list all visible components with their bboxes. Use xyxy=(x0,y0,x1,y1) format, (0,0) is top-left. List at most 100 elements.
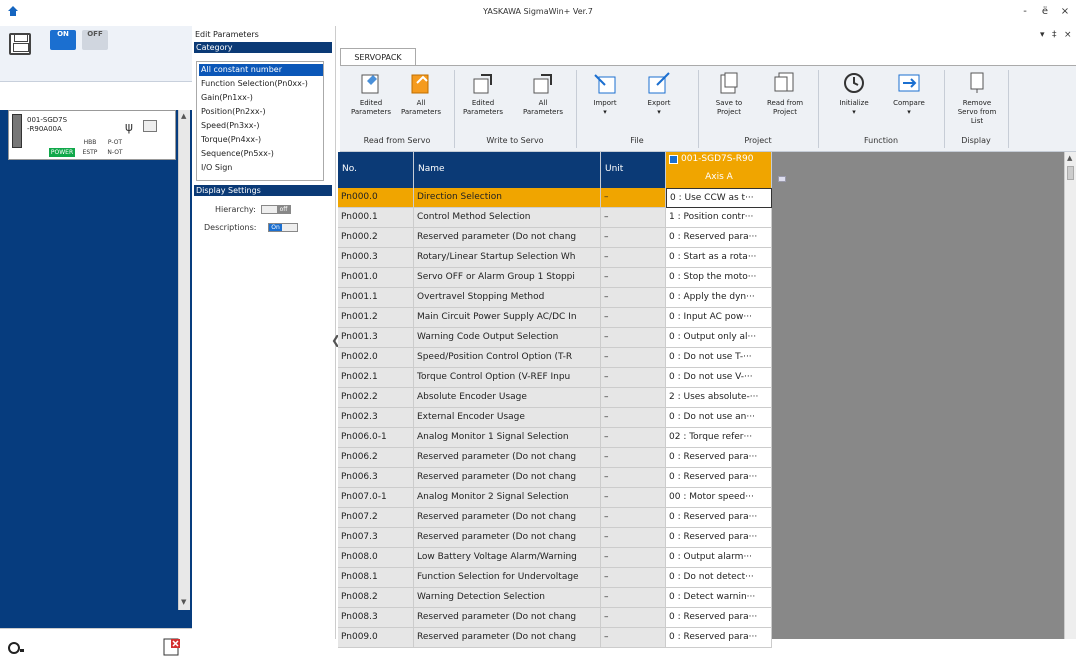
table-row[interactable]: Pn008.1 Function Selection for Undervolta… xyxy=(338,568,773,588)
table-row[interactable]: Pn007.3 Reserved parameter (Do not chang –… xyxy=(338,528,773,548)
table-row[interactable]: Pn000.1 Control Method Selection –1 : Posi… xyxy=(338,208,773,228)
param-value[interactable]: 02 : Torque refer··· xyxy=(666,428,772,448)
param-value[interactable]: 0 : Do not use an··· xyxy=(666,408,772,428)
servo-off-button[interactable]: OFF xyxy=(82,30,108,50)
descriptions-toggle[interactable]: On xyxy=(268,223,298,232)
restore-button[interactable]: ё xyxy=(1038,6,1052,17)
servo-list-scrollbar[interactable]: ▲ ▼ xyxy=(178,110,190,610)
export-button[interactable]: Export ▾ xyxy=(634,71,684,127)
category-item-position[interactable]: Position(Pn2xx-) xyxy=(199,106,323,118)
grid-scroll-up-icon[interactable]: ▲ xyxy=(1067,154,1072,162)
close-button[interactable]: × xyxy=(1058,6,1072,17)
column-header-no[interactable]: No. xyxy=(338,152,414,188)
param-value[interactable]: 0 : Reserved para··· xyxy=(666,228,772,248)
scroll-down-icon[interactable]: ▼ xyxy=(181,598,186,606)
monitor-icon[interactable] xyxy=(143,120,157,132)
table-row[interactable]: Pn009.0 Reserved parameter (Do not chang –… xyxy=(338,628,773,648)
initialize-dropdown-icon: ▾ xyxy=(852,108,856,116)
column-header-name[interactable]: Name xyxy=(414,152,601,188)
param-value[interactable]: 2 : Uses absolute-··· xyxy=(666,388,772,408)
table-row[interactable]: Pn008.3 Reserved parameter (Do not chang –… xyxy=(338,608,773,628)
table-row[interactable]: Pn008.0 Low Battery Voltage Alarm/Warning… xyxy=(338,548,773,568)
table-row[interactable]: Pn006.3 Reserved parameter (Do not chang –… xyxy=(338,468,773,488)
table-row[interactable]: Pn002.2 Absolute Encoder Usage –2 : Uses a… xyxy=(338,388,773,408)
table-row[interactable]: Pn008.2 Warning Detection Selection –0 : D… xyxy=(338,588,773,608)
write-all-parameters-button[interactable]: All Parameters xyxy=(518,71,568,127)
pane-close-icon[interactable]: × xyxy=(1064,30,1072,40)
param-value[interactable]: 1 : Position contr··· xyxy=(666,208,772,228)
save-icon[interactable] xyxy=(9,33,31,55)
table-row[interactable]: Pn001.1 Overtravel Stopping Method –0 : Ap… xyxy=(338,288,773,308)
param-value[interactable]: 0 : Use CCW as t··· xyxy=(666,188,772,208)
table-row[interactable]: Pn001.0 Servo OFF or Alarm Group 1 Stoppi… xyxy=(338,268,773,288)
minimize-button[interactable]: - xyxy=(1018,6,1032,17)
servo-on-button[interactable]: ON xyxy=(50,30,76,50)
column-header-unit[interactable]: Unit xyxy=(601,152,666,188)
servo-card[interactable]: 001-SGD7S -R90A00A ψ HBB P-OT POWER ESTP… xyxy=(8,110,176,160)
table-row[interactable]: Pn000.0 Direction Selection –0 : Use CCW a… xyxy=(338,188,773,208)
grid-scrollbar[interactable]: ▲ xyxy=(1064,152,1076,639)
grid-scroll-thumb[interactable] xyxy=(1067,166,1074,180)
remove-servo-from-list-button[interactable]: Remove Servo from List xyxy=(952,71,1002,127)
param-value[interactable]: 0 : Output only al··· xyxy=(666,328,772,348)
status-estp: ESTP xyxy=(82,149,98,156)
import-button[interactable]: Import ▾ xyxy=(580,71,630,127)
table-row[interactable]: Pn000.3 Rotary/Linear Startup Selection W… xyxy=(338,248,773,268)
param-value[interactable]: 0 : Reserved para··· xyxy=(666,528,772,548)
table-row[interactable]: Pn002.0 Speed/Position Control Option (T-… xyxy=(338,348,773,368)
table-row[interactable]: Pn000.2 Reserved parameter (Do not chang –… xyxy=(338,228,773,248)
scroll-up-icon[interactable]: ▲ xyxy=(181,112,186,120)
table-row[interactable]: Pn007.2 Reserved parameter (Do not chang –… xyxy=(338,508,773,528)
category-item-function[interactable]: Function Selection(Pn0xx-) xyxy=(199,78,323,90)
param-value[interactable]: 0 : Do not use T-··· xyxy=(666,348,772,368)
save-to-project-button[interactable]: Save to Project xyxy=(704,71,754,127)
read-from-project-button[interactable]: Read from Project xyxy=(760,71,810,127)
param-value[interactable]: 0 : Start as a rota··· xyxy=(666,248,772,268)
compare-button[interactable]: Compare ▾ xyxy=(884,71,934,127)
param-name: Servo OFF or Alarm Group 1 Stoppi xyxy=(414,268,601,288)
export-label: Export xyxy=(647,99,671,107)
param-value[interactable]: 0 : Reserved para··· xyxy=(666,508,772,528)
pane-pin-icon[interactable]: ‡ xyxy=(1052,30,1057,40)
write-edited-parameters-button[interactable]: Edited Parameters xyxy=(458,71,508,127)
hierarchy-toggle[interactable]: off xyxy=(261,205,291,214)
param-value[interactable]: 0 : Reserved para··· xyxy=(666,628,772,648)
read-all-l2: Parameters xyxy=(400,108,442,116)
param-value[interactable]: 0 : Reserved para··· xyxy=(666,448,772,468)
param-value[interactable]: 0 : Detect warnin··· xyxy=(666,588,772,608)
tab-servopack[interactable]: SERVOPACK xyxy=(340,48,416,66)
param-value[interactable]: 0 : Apply the dyn··· xyxy=(666,288,772,308)
column-settings-icon[interactable] xyxy=(778,176,786,182)
param-value[interactable]: 00 : Motor speed··· xyxy=(666,488,772,508)
category-item-sequence[interactable]: Sequence(Pn5xx-) xyxy=(199,148,323,160)
table-row[interactable]: Pn001.3 Warning Code Output Selection –0 :… xyxy=(338,328,773,348)
read-all-parameters-button[interactable]: All Parameters xyxy=(396,71,446,127)
remove-servo-icon[interactable] xyxy=(163,638,181,656)
param-value[interactable]: 0 : Output alarm··· xyxy=(666,548,772,568)
table-row[interactable]: Pn007.0-1 Analog Monitor 2 Signal Selecti… xyxy=(338,488,773,508)
initialize-button[interactable]: Initialize ▾ xyxy=(829,71,879,127)
pane-menu-icon[interactable]: ▾ xyxy=(1040,30,1045,40)
param-value[interactable]: 0 : Reserved para··· xyxy=(666,608,772,628)
category-item-io-sign[interactable]: I/O Sign xyxy=(199,162,323,174)
param-value[interactable]: 0 : Input AC pow··· xyxy=(666,308,772,328)
table-row[interactable]: Pn006.0-1 Analog Monitor 1 Signal Selecti… xyxy=(338,428,773,448)
table-row[interactable]: Pn001.2 Main Circuit Power Supply AC/DC I… xyxy=(338,308,773,328)
settings-dropdown-icon[interactable] xyxy=(8,640,26,656)
import-icon xyxy=(594,74,616,94)
category-item-speed[interactable]: Speed(Pn3xx-) xyxy=(199,120,323,132)
category-item-torque[interactable]: Torque(Pn4xx-) xyxy=(199,134,323,146)
column-header-axis[interactable]: 001-SGD7S-R90 Axis A xyxy=(666,152,772,188)
param-value[interactable]: 0 : Do not use V-··· xyxy=(666,368,772,388)
table-row[interactable]: Pn002.3 External Encoder Usage –0 : Do not… xyxy=(338,408,773,428)
category-item-gain[interactable]: Gain(Pn1xx-) xyxy=(199,92,323,104)
category-item-all[interactable]: All constant number xyxy=(199,64,323,76)
read-edited-parameters-button[interactable]: Edited Parameters xyxy=(346,71,396,127)
param-no: Pn006.2 xyxy=(338,448,414,468)
table-row[interactable]: Pn002.1 Torque Control Option (V-REF Inpu… xyxy=(338,368,773,388)
table-row[interactable]: Pn006.2 Reserved parameter (Do not chang –… xyxy=(338,448,773,468)
param-value[interactable]: 0 : Do not detect··· xyxy=(666,568,772,588)
param-value[interactable]: 0 : Reserved para··· xyxy=(666,468,772,488)
param-value[interactable]: 0 : Stop the moto··· xyxy=(666,268,772,288)
axis-servo-icon xyxy=(669,155,678,164)
